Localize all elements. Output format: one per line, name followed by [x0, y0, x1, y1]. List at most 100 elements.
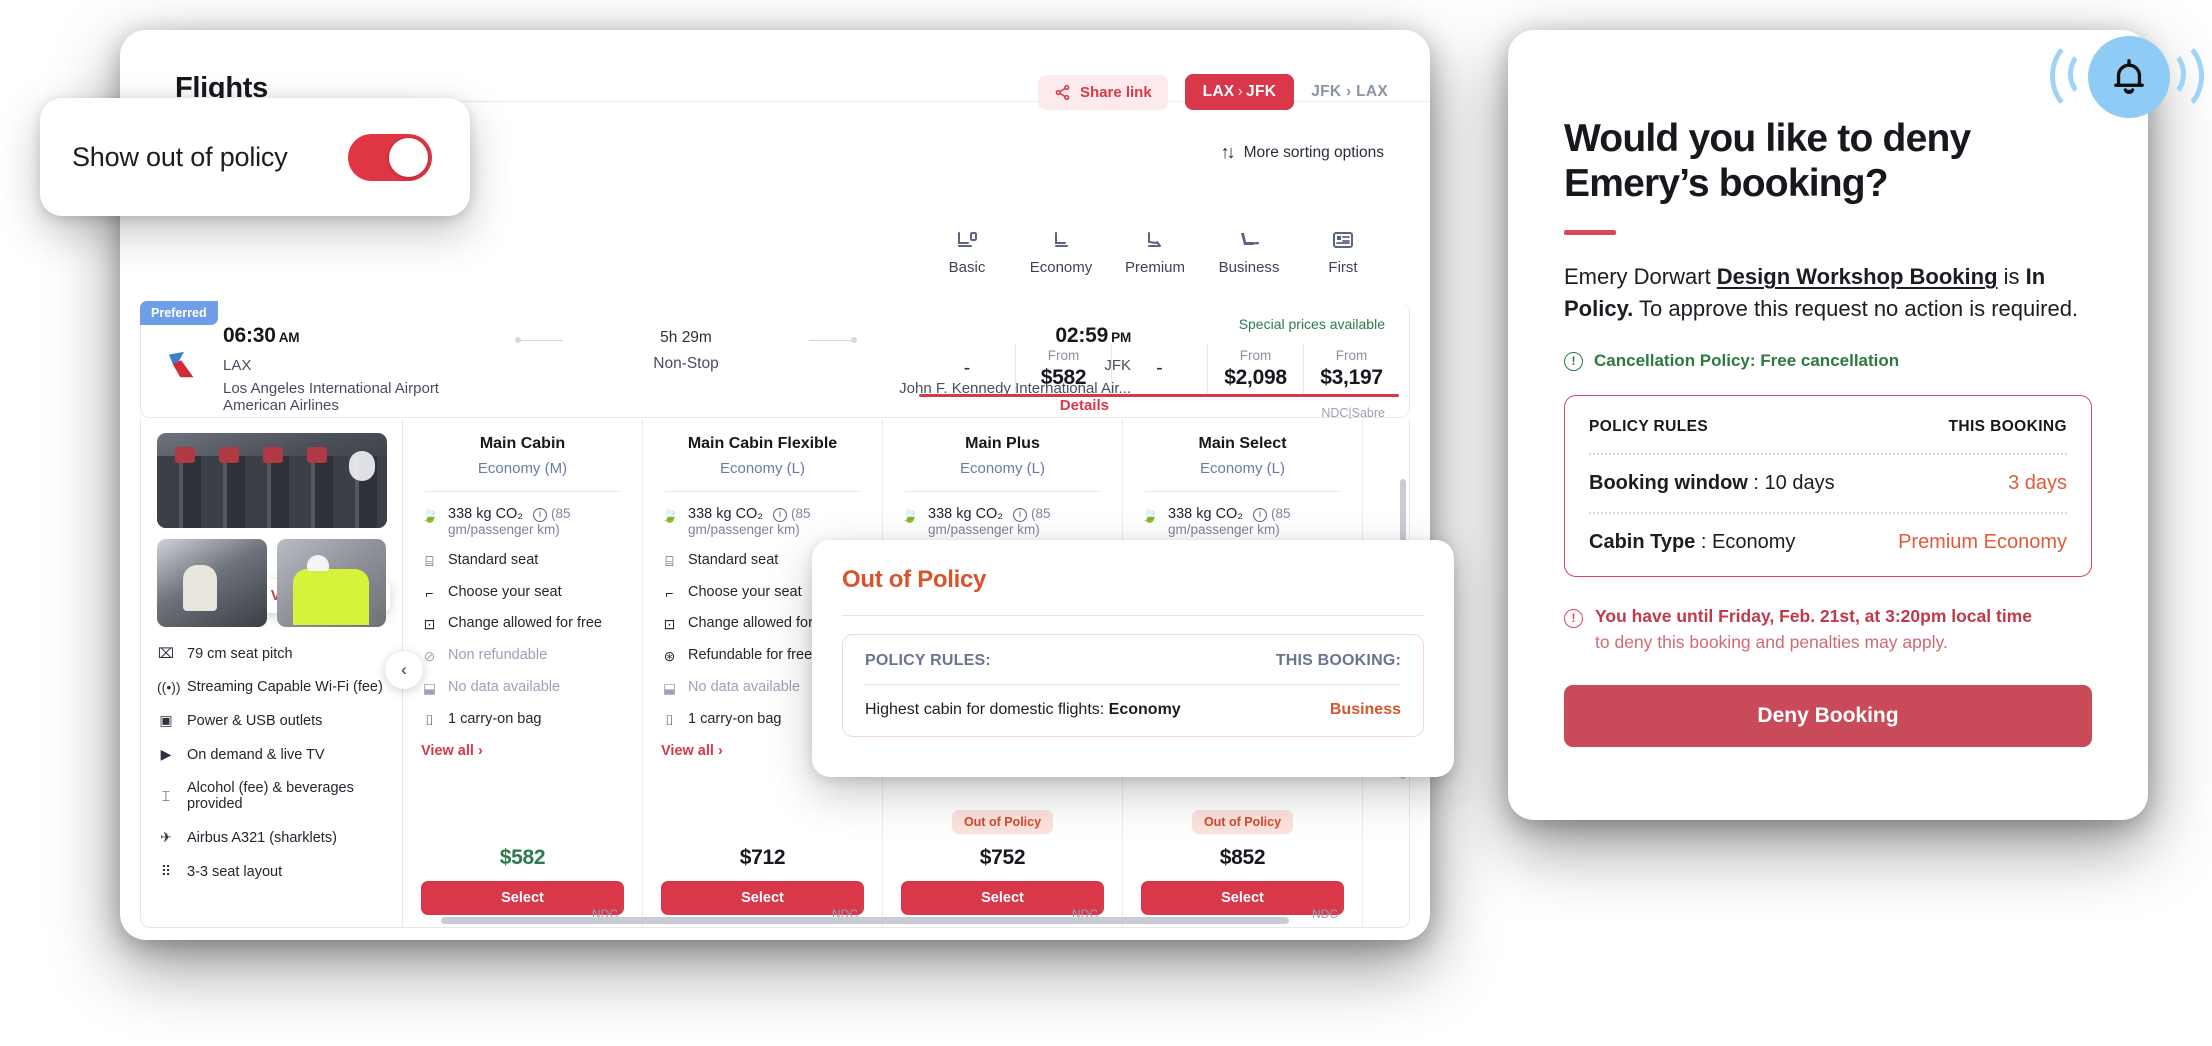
amenity-item: ▶ On demand & live TV — [157, 746, 386, 763]
fare-subtitle: Economy (L) — [1199, 460, 1286, 477]
divider — [842, 615, 1424, 616]
flight-duration: 5h 29m — [660, 329, 712, 346]
cabin-tab-economy[interactable]: Economy — [1014, 230, 1108, 276]
flight-result-row[interactable]: Preferred 06:30 AM LAX Los Angeles Intern… — [140, 301, 1410, 420]
fare-price: $752 — [979, 846, 1026, 869]
policy-rule-label: Highest cabin for domestic flights: — [865, 701, 1109, 718]
beverage-icon: ⌶ — [161, 787, 171, 804]
horizontal-scrollbar[interactable] — [441, 917, 1289, 924]
fare-feature: ⊘ Non refundable — [421, 647, 624, 665]
photo-headrest — [307, 447, 327, 463]
price-column-business[interactable]: From $2,098 — [1207, 344, 1303, 396]
route-line-left — [517, 340, 563, 341]
share-icon — [1055, 84, 1070, 100]
feature-label: No data available — [688, 679, 801, 695]
amenities-list: ⌧ 79 cm seat pitch ((•)) Streaming Capab… — [157, 645, 386, 880]
cabin-tab-basic[interactable]: Basic — [920, 230, 1014, 276]
carry-on-icon: ⌷ — [665, 712, 674, 728]
notification-bell[interactable] — [2050, 18, 2204, 138]
co2-value: 338 kg CO₂ — [688, 506, 763, 522]
checked-bag-icon: ⬓ — [662, 680, 677, 696]
divider — [1589, 512, 2067, 515]
choose-seat-icon: ⌐ — [665, 585, 674, 601]
price-column-economy[interactable]: From $582 — [919, 344, 1399, 397]
seat-icon: ⌸ — [665, 553, 674, 569]
departure-airport: Los Angeles International Airport — [223, 380, 439, 397]
price-value: - — [1156, 357, 1163, 379]
fare-title: Main Cabin Flexible — [687, 435, 838, 452]
photo-headrest — [219, 447, 239, 463]
cabin-photo-thumb-2[interactable] — [276, 539, 386, 627]
fare-footer: Out of Policy $752 Select NDC — [901, 810, 1104, 921]
cabin-tab-label: Premium — [1124, 259, 1185, 276]
show-out-of-policy-toggle[interactable] — [348, 133, 432, 181]
seat-icon: ⌸ — [425, 553, 434, 569]
cabin-price-columns: - From $582 - From $2,098 From $3,197 — [919, 344, 1399, 397]
price-value: $582 — [1040, 366, 1087, 389]
leaf-icon: 🍃 — [421, 507, 439, 523]
departure-code: LAX — [223, 357, 252, 374]
price-column-first[interactable]: From $3,197 — [1303, 344, 1399, 396]
amenity-label: 3-3 seat layout — [187, 863, 283, 880]
info-icon[interactable]: i — [1252, 508, 1267, 522]
deny-booking-body: Emery Dorwart Design Workshop Booking is… — [1564, 261, 2092, 325]
amenity-item: ▣ Power & USB outlets — [157, 712, 386, 729]
show-out-of-policy-label: Show out of policy — [72, 141, 288, 172]
info-icon[interactable]: i — [1012, 508, 1027, 522]
price-column-basic[interactable]: - — [919, 344, 1015, 394]
share-link-button[interactable]: Share link — [1037, 74, 1168, 110]
policy-row-sep: : — [1747, 472, 1765, 495]
cabin-photo-main[interactable] — [157, 433, 387, 528]
route-pill-return[interactable]: JFK › LAX — [1311, 83, 1388, 101]
info-icon[interactable]: i — [532, 508, 547, 522]
preferred-badge: Preferred — [140, 301, 218, 325]
this-booking-header: THIS BOOKING — [1948, 418, 2067, 436]
cabin-tab-label: Business — [1218, 259, 1280, 276]
seat-basic-icon — [958, 232, 977, 247]
route-from: LAX — [1202, 83, 1235, 100]
cancellation-policy-label: Cancellation Policy: Free cancellation — [1594, 351, 1900, 371]
toggle-knob — [389, 137, 428, 177]
fare-co2: 🍃 338 kg CO₂ i (85 gm/passenger km) — [421, 506, 624, 538]
carousel-prev-button[interactable]: ‹ — [385, 651, 423, 689]
seat-layout-icon: ⠿ — [160, 863, 172, 879]
fare-footer: Out of Policy $852 Select NDC — [1141, 810, 1344, 921]
info-circle-icon: ! — [1564, 351, 1583, 371]
cabin-tab-premium[interactable]: Premium — [1108, 230, 1202, 276]
arrival-meridiem: PM — [1111, 330, 1131, 345]
amenity-label: Power & USB outlets — [187, 712, 323, 729]
cabin-photo-thumb-1[interactable] — [157, 539, 267, 627]
info-icon[interactable]: i — [772, 508, 787, 522]
booking-link[interactable]: Design Workshop Booking — [1717, 264, 1998, 289]
policy-row-label: Cabin Type — [1589, 531, 1696, 554]
screenshot-stage: Flights Share link LAX › JFK JFK › LAX ↑↓ … — [0, 0, 2212, 1046]
refund-icon: ⊘ — [423, 648, 436, 664]
price-column-premium[interactable]: - — [1111, 344, 1207, 394]
divider — [1589, 453, 2067, 456]
fare-view-all-link[interactable]: View all › — [421, 743, 624, 759]
price-value: $3,197 — [1320, 366, 1383, 389]
policy-rules-header: POLICY RULES: — [865, 652, 991, 669]
cabin-tab-business[interactable]: Business — [1202, 230, 1296, 276]
fare-co2: 🍃 338 kg CO₂ i (85 gm/passenger km) — [901, 506, 1104, 538]
co2-value: 338 kg CO₂ — [448, 506, 523, 522]
departure-time-value: 06:30 — [223, 324, 276, 347]
deadline-warning: ! You have until Friday, Feb. 21st, at 3… — [1564, 605, 2092, 654]
traveler-name: Emery Dorwart — [1564, 264, 1717, 290]
cabin-tab-first[interactable]: First — [1296, 230, 1390, 276]
cancellation-policy-row: ! Cancellation Policy: Free cancellation — [1564, 351, 2092, 371]
more-sorting-options-button[interactable]: ↑↓ More sorting options — [1221, 142, 1384, 163]
amenity-label: Streaming Capable Wi-Fi (fee) — [187, 679, 383, 695]
deny-booking-button[interactable]: Deny Booking — [1564, 684, 2092, 747]
policy-table-row: Booking window : 10 days 3 days — [1589, 472, 2067, 495]
out-of-policy-popup: Out of Policy POLICY RULES: THIS BOOKING… — [812, 540, 1454, 777]
route-pill-outbound[interactable]: LAX › JFK — [1184, 74, 1295, 110]
photo-window — [349, 451, 375, 481]
policy-table-row: Cabin Type : Economy Premium Economy — [1589, 531, 2067, 554]
flight-details-link[interactable]: Details — [1060, 397, 1109, 414]
fare-title: Main Plus — [965, 435, 1040, 452]
change-icon: ⊡ — [663, 616, 676, 632]
deny-title-line-2: Emery’s booking? — [1564, 162, 1889, 206]
amenity-item: ✈ Airbus A321 (sharklets) — [157, 829, 386, 846]
carry-on-icon: ⌷ — [425, 712, 434, 728]
